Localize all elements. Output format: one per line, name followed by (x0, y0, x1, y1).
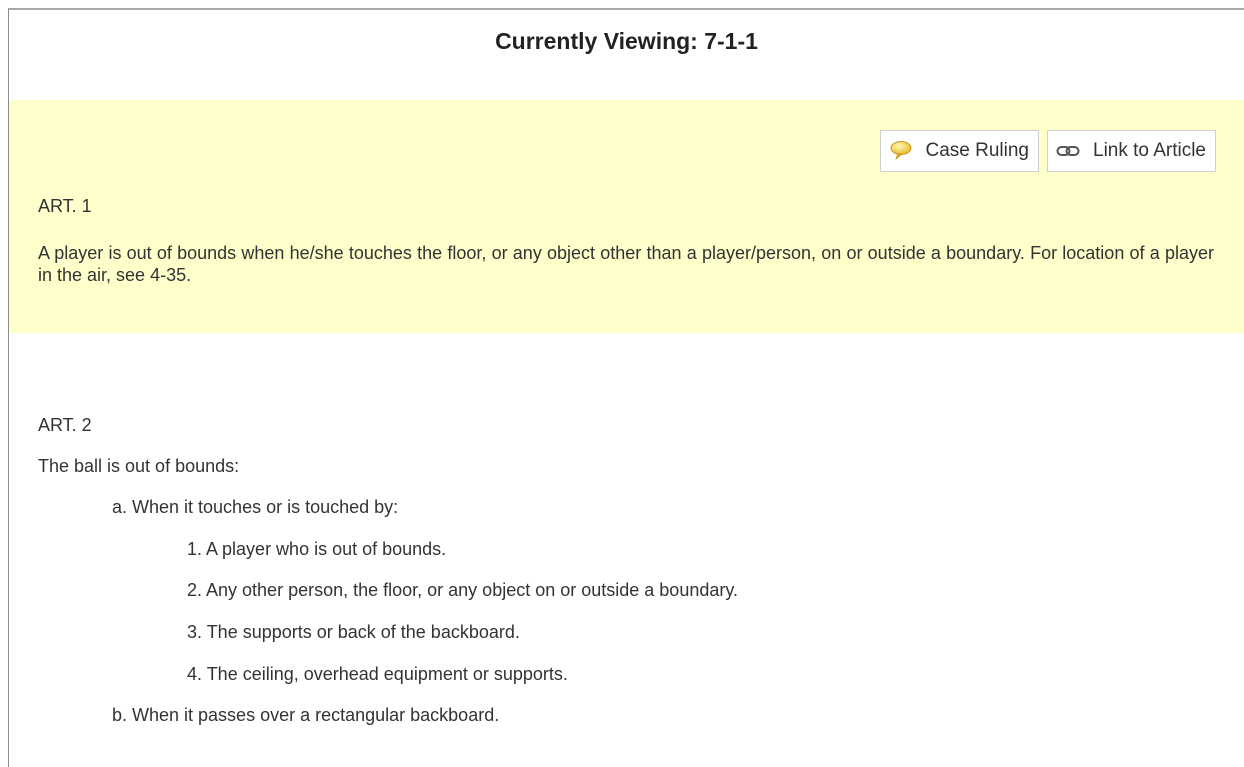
list-item-b: b. When it passes over a rectangular bac… (112, 705, 500, 725)
article-2-intro: The ball is out of bounds: (38, 456, 240, 476)
chain-link-icon (1055, 140, 1081, 162)
article-toolbar: Case Ruling Link to Article (879, 130, 1216, 172)
article-1-text: A player is out of bounds when he/she to… (38, 243, 1214, 285)
rule-viewer-panel: Currently Viewing: 7-1-1 Case Ruling Lin… (8, 8, 1244, 767)
page-title: Currently Viewing: 7-1-1 (495, 28, 758, 54)
article-1-section: Case Ruling Link to Article ART. 1 A pla… (9, 100, 1244, 333)
list-subitem-3: 3. The supports or back of the backboard… (187, 622, 520, 642)
list-subitem-4: 4. The ceiling, overhead equipment or su… (187, 664, 568, 684)
case-ruling-label: Case Ruling (925, 140, 1030, 161)
case-ruling-button[interactable]: Case Ruling (879, 130, 1039, 172)
speech-bubble-icon (888, 140, 914, 162)
article-2-heading: ART. 2 (38, 415, 92, 435)
list-item-a: a. When it touches or is touched by: (112, 497, 399, 517)
link-to-article-button[interactable]: Link to Article (1047, 130, 1216, 172)
list-subitem-2: 2. Any other person, the floor, or any o… (187, 580, 739, 600)
list-subitem-1: 1. A player who is out of bounds. (187, 539, 447, 559)
article-1-heading: ART. 1 (38, 196, 92, 216)
link-to-article-label: Link to Article (1093, 140, 1206, 161)
